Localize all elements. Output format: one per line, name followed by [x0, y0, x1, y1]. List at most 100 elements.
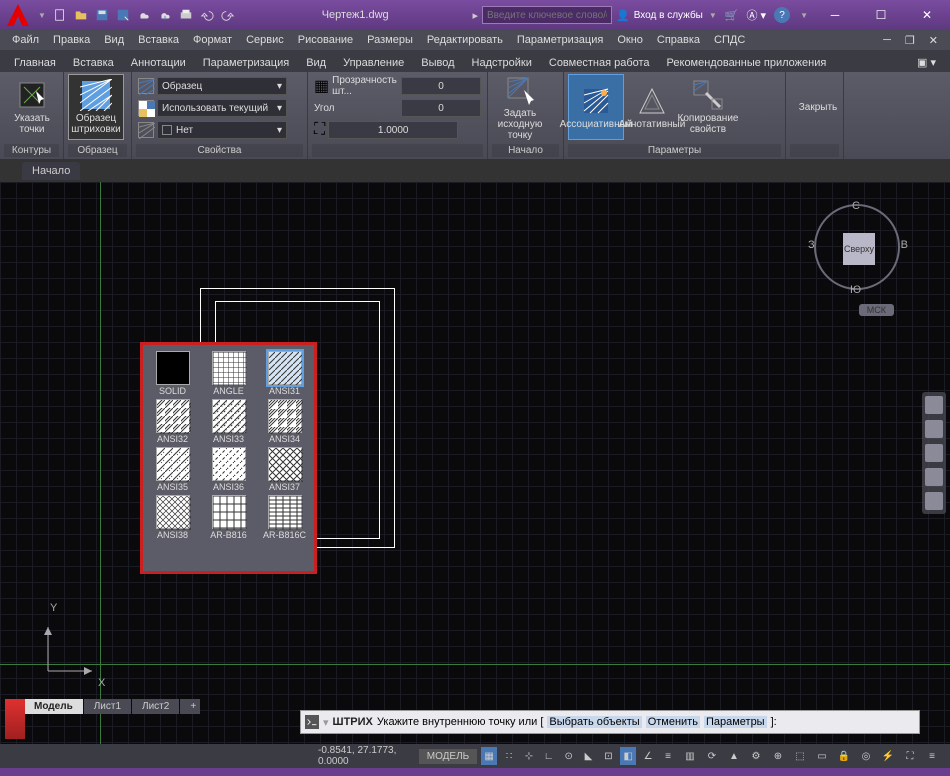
pattern-ansi33[interactable]: ANSI33 — [203, 399, 255, 444]
associative-button[interactable]: Ассоциативный — [568, 74, 624, 140]
quickprops-toggle[interactable]: ▭ — [812, 747, 832, 765]
annomonitor-toggle[interactable]: ⊕ — [768, 747, 788, 765]
close-hatch-button[interactable]: Закрыть — [790, 74, 846, 140]
annoscale-toggle[interactable]: ▲ — [724, 747, 744, 765]
tab-home[interactable]: Главная — [6, 54, 64, 72]
pattern-arb816c[interactable]: AR-B816C — [259, 495, 311, 540]
menu-view[interactable]: Вид — [98, 32, 130, 48]
hatch-bg-select[interactable]: Нет▾ — [157, 121, 287, 139]
app-logo[interactable] — [0, 0, 36, 30]
workspace-toggle[interactable]: ⚙ — [746, 747, 766, 765]
pattern-angle[interactable]: ANGLE — [203, 351, 255, 396]
viewcube-face-top[interactable]: Сверху — [843, 233, 875, 265]
menu-tools[interactable]: Сервис — [240, 32, 290, 48]
cycling-toggle[interactable]: ⟳ — [702, 747, 722, 765]
command-line[interactable]: ▾ ШТРИХ Укажите внутреннюю точку или [ В… — [300, 710, 920, 734]
cloud-open-icon[interactable] — [134, 5, 154, 25]
pattern-ansi32[interactable]: ANSI32 — [147, 399, 199, 444]
maximize-button[interactable]: ☐ — [858, 0, 904, 30]
lineweight-toggle[interactable]: ≡ — [660, 747, 676, 765]
save-icon[interactable] — [92, 5, 112, 25]
menu-format[interactable]: Формат — [187, 32, 238, 48]
pattern-ansi31[interactable]: ANSI31 — [259, 351, 311, 396]
lock-ui-toggle[interactable]: 🔒 — [834, 747, 854, 765]
scale-input[interactable] — [328, 121, 458, 139]
transparency-toggle[interactable]: ▥ — [680, 747, 700, 765]
cleanscreen-toggle[interactable]: ⛶ — [900, 747, 920, 765]
tab-view[interactable]: Вид — [298, 54, 334, 72]
drawing-area[interactable]: SOLID ANGLE ANSI31 ANSI32 ANSI33 ANSI34 … — [0, 182, 950, 744]
transparency-input[interactable] — [401, 77, 481, 95]
infer-toggle[interactable]: ⊹ — [521, 747, 537, 765]
pattern-ansi38[interactable]: ANSI38 — [147, 495, 199, 540]
doc-close-button[interactable]: ✕ — [923, 32, 944, 49]
pattern-ansi34[interactable]: ANSI34 — [259, 399, 311, 444]
minimize-button[interactable]: ─ — [812, 0, 858, 30]
tab-insert[interactable]: Вставка — [65, 54, 122, 72]
menu-dimension[interactable]: Размеры — [361, 32, 419, 48]
file-tab-start[interactable]: Начало — [22, 162, 80, 180]
cmd-option-settings[interactable]: Параметры — [704, 716, 767, 728]
menu-parametric[interactable]: Параметризация — [511, 32, 609, 48]
layout-add-button[interactable]: + — [180, 699, 200, 714]
menu-insert[interactable]: Вставка — [132, 32, 185, 48]
search-caret-icon[interactable]: ▸ — [472, 9, 478, 22]
open-icon[interactable] — [71, 5, 91, 25]
customize-button[interactable]: ≡ — [922, 747, 942, 765]
panel-options[interactable]: Параметры — [568, 144, 781, 157]
autodesk-app-icon[interactable]: Ⓐ ▾ — [747, 7, 767, 23]
new-icon[interactable] — [50, 5, 70, 25]
cart-icon[interactable]: 🛒 — [725, 9, 739, 22]
nav-wheel-icon[interactable] — [925, 396, 943, 414]
grid-toggle[interactable]: ▦ — [481, 747, 497, 765]
cmd-option-select[interactable]: Выбрать объекты — [547, 716, 641, 728]
nav-pan-icon[interactable] — [925, 420, 943, 438]
3dosnap-toggle[interactable]: ◧ — [620, 747, 636, 765]
login-button[interactable]: Вход в службы — [634, 10, 703, 21]
hatch-pattern-button[interactable]: Образец штриховки — [68, 74, 124, 140]
snap-toggle[interactable]: ∷ — [501, 747, 517, 765]
nav-orbit-icon[interactable] — [925, 468, 943, 486]
left-scroll-arrow[interactable] — [5, 699, 25, 739]
layout-model[interactable]: Модель — [24, 699, 83, 714]
tab-collab[interactable]: Совместная работа — [541, 54, 658, 72]
menu-spds[interactable]: СПДС — [708, 32, 751, 48]
tab-annotate[interactable]: Аннотации — [123, 54, 194, 72]
tab-parametric[interactable]: Параметризация — [195, 54, 297, 72]
tab-expand-icon[interactable]: ▣ ▾ — [909, 53, 944, 72]
pattern-ansi36[interactable]: ANSI36 — [203, 447, 255, 492]
nav-showmotion-icon[interactable] — [925, 492, 943, 510]
isolate-toggle[interactable]: ◎ — [856, 747, 876, 765]
tab-manage[interactable]: Управление — [335, 54, 412, 72]
panel-origin[interactable]: Начало — [492, 144, 559, 157]
doc-restore-button[interactable]: ❐ — [899, 32, 921, 49]
panel-properties[interactable]: Свойства — [136, 144, 303, 157]
undo-icon[interactable] — [197, 5, 217, 25]
layout-1[interactable]: Лист1 — [84, 699, 131, 714]
saveas-icon[interactable] — [113, 5, 133, 25]
menu-file[interactable]: Файл — [6, 32, 45, 48]
tab-addins[interactable]: Надстройки — [464, 54, 540, 72]
viewcube[interactable]: Сверху С З В Ю — [814, 204, 900, 290]
search-input[interactable] — [482, 6, 612, 24]
model-space-button[interactable]: МОДЕЛЬ — [419, 749, 477, 764]
set-origin-button[interactable]: Задать исходную точку — [492, 74, 548, 140]
nav-zoom-icon[interactable] — [925, 444, 943, 462]
layout-2[interactable]: Лист2 — [132, 699, 179, 714]
ortho-toggle[interactable]: ∟ — [541, 747, 557, 765]
pattern-arb816[interactable]: AR-B816 — [203, 495, 255, 540]
polar-toggle[interactable]: ⊙ — [561, 747, 577, 765]
menu-help[interactable]: Справка — [651, 32, 706, 48]
isodraft-toggle[interactable]: ◣ — [581, 747, 597, 765]
tab-output[interactable]: Вывод — [413, 54, 462, 72]
hatch-type-select[interactable]: Образец▾ — [157, 77, 287, 95]
plot-icon[interactable] — [176, 5, 196, 25]
hatch-color-select[interactable]: Использовать текущий▾ — [157, 99, 287, 117]
pattern-solid[interactable]: SOLID — [147, 351, 199, 396]
redo-icon[interactable] — [218, 5, 238, 25]
cmd-option-undo[interactable]: Отменить — [646, 716, 700, 728]
osnap-toggle[interactable]: ⊡ — [600, 747, 616, 765]
panel-pattern[interactable]: Образец — [68, 144, 127, 157]
match-props-button[interactable]: Копирование свойств — [680, 74, 736, 140]
help-icon[interactable]: ? — [774, 7, 790, 23]
